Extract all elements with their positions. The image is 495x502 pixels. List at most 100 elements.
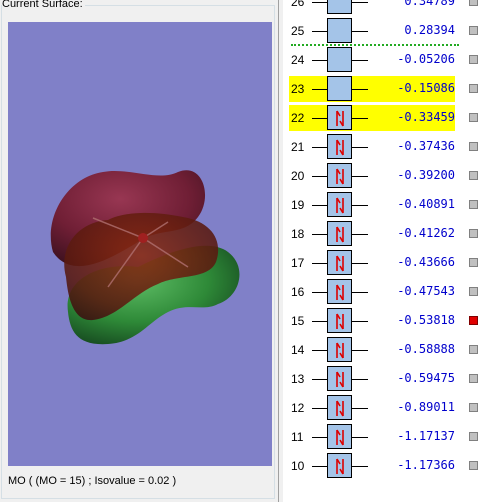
mo-energy-value: 0.34789: [404, 0, 455, 8]
mo-surface-marker[interactable]: [469, 461, 478, 470]
mo-row[interactable]: 21 -0.37436: [283, 132, 495, 162]
mo-energy-value: -0.15086: [397, 81, 455, 95]
mo-energy-diagram[interactable]: 26 0.34789 25 0.28394 24 -0.05206 23 -0.15086 22…: [283, 0, 495, 502]
mo-number: 12: [291, 401, 305, 415]
mo-surface-marker[interactable]: [469, 26, 478, 35]
electron-pair-icon: [336, 226, 344, 243]
current-surface-label: Current Surface:: [2, 0, 85, 11]
occupied-orbital-box[interactable]: [327, 163, 352, 188]
mo-energy-value: -1.17137: [397, 429, 455, 443]
mo-surface-marker[interactable]: [469, 0, 478, 6]
mo-surface-marker[interactable]: [469, 84, 478, 93]
electron-pair-icon: [336, 168, 344, 185]
electron-pair-icon: [336, 342, 344, 359]
mo-number: 22: [291, 111, 305, 125]
occupied-orbital-box[interactable]: [327, 308, 352, 333]
occupied-orbital-box[interactable]: [327, 192, 352, 217]
molecule-viewport[interactable]: [8, 22, 272, 466]
occupied-orbital-box[interactable]: [327, 366, 352, 391]
mo-row[interactable]: 26 0.34789: [283, 0, 495, 17]
mo-number: 13: [291, 372, 305, 386]
mo-surface-marker[interactable]: [469, 229, 478, 238]
electron-pair-icon: [336, 313, 344, 330]
electron-pair-icon: [336, 400, 344, 417]
mo-number: 10: [291, 459, 305, 473]
mo-energy-value: -1.17366: [397, 458, 455, 472]
occupied-orbital-box[interactable]: [327, 105, 352, 130]
mo-number: 20: [291, 169, 305, 183]
occupied-orbital-box[interactable]: [327, 250, 352, 275]
electron-pair-icon: [336, 197, 344, 214]
occupied-orbital-box[interactable]: [327, 134, 352, 159]
occupied-orbital-box[interactable]: [327, 221, 352, 246]
virtual-orbital-box[interactable]: [327, 0, 352, 14]
mo-number: 19: [291, 198, 305, 212]
surface-status-text: MO ( (MO = 15) ; Isovalue = 0.02 ): [8, 475, 177, 487]
orbital-surface-render: [50, 170, 240, 345]
mo-number: 11: [291, 430, 304, 444]
mo-row[interactable]: 19 -0.40891: [283, 190, 495, 220]
virtual-orbital-box[interactable]: [327, 47, 352, 72]
mo-energy-value: -0.53818: [397, 313, 455, 327]
mo-surface-marker[interactable]: [469, 200, 478, 209]
mo-surface-marker[interactable]: [469, 403, 478, 412]
mo-row[interactable]: 17 -0.43666: [283, 248, 495, 278]
mo-energy-value: 0.28394: [404, 23, 455, 37]
mo-surface-marker[interactable]: [469, 432, 478, 441]
mo-surface-marker[interactable]: [469, 171, 478, 180]
mo-row[interactable]: 22 -0.33459: [283, 103, 495, 133]
mo-surface-marker[interactable]: [469, 287, 478, 296]
mo-row[interactable]: 18 -0.41262: [283, 219, 495, 249]
mo-energy-value: -0.05206: [397, 52, 455, 66]
mo-row[interactable]: 13 -0.59475: [283, 364, 495, 394]
mo-energy-value: -0.58888: [397, 342, 455, 356]
mo-row[interactable]: 16 -0.47543: [283, 277, 495, 307]
mo-energy-value: -0.59475: [397, 371, 455, 385]
occupied-orbital-box[interactable]: [327, 453, 352, 478]
mo-surface-marker[interactable]: [469, 55, 478, 64]
mo-number: 17: [291, 256, 305, 270]
electron-pair-icon: [336, 110, 344, 127]
electron-pair-icon: [336, 284, 344, 301]
mo-number: 14: [291, 343, 305, 357]
mo-energy-value: -0.39200: [397, 168, 455, 182]
electron-pair-icon: [336, 458, 344, 475]
mo-number: 26: [291, 0, 305, 9]
mo-number: 24: [291, 53, 305, 67]
virtual-orbital-box[interactable]: [327, 76, 352, 101]
occupied-orbital-box[interactable]: [327, 395, 352, 420]
mo-surface-marker[interactable]: [469, 345, 478, 354]
mo-energy-value: -0.41262: [397, 226, 455, 240]
occupied-orbital-box[interactable]: [327, 337, 352, 362]
mo-energy-value: -0.40891: [397, 197, 455, 211]
electron-pair-icon: [336, 429, 344, 446]
mo-surface-marker[interactable]: [469, 258, 478, 267]
mo-number: 23: [291, 82, 305, 96]
mo-row[interactable]: 12 -0.89011: [283, 393, 495, 423]
mo-surface-selected-marker[interactable]: [469, 316, 478, 325]
mo-row[interactable]: 15 -0.53818: [283, 306, 495, 336]
mo-surface-marker[interactable]: [469, 374, 478, 383]
mo-number: 15: [291, 314, 305, 328]
mo-number: 18: [291, 227, 305, 241]
central-atom: [138, 233, 148, 243]
occupied-orbital-box[interactable]: [327, 424, 352, 449]
virtual-orbital-box[interactable]: [327, 18, 352, 43]
mo-row[interactable]: 14 -0.58888: [283, 335, 495, 365]
mo-number: 25: [291, 24, 305, 38]
mo-row[interactable]: 25 0.28394: [283, 16, 495, 46]
electron-pair-icon: [336, 255, 344, 272]
mo-row[interactable]: 11 -1.17137: [283, 422, 495, 452]
mo-surface-marker[interactable]: [469, 142, 478, 151]
mo-row[interactable]: 23 -0.15086: [283, 74, 495, 104]
mo-number: 21: [291, 140, 305, 154]
mo-row[interactable]: 24 -0.05206: [283, 45, 495, 75]
mo-energy-value: -0.89011: [397, 400, 455, 414]
mo-surface-marker[interactable]: [469, 113, 478, 122]
mo-row[interactable]: 10 -1.17366: [283, 451, 495, 481]
mo-row[interactable]: 20 -0.39200: [283, 161, 495, 191]
occupied-orbital-box[interactable]: [327, 279, 352, 304]
mo-energy-value: -0.33459: [397, 110, 455, 124]
surface-panel: Current Surface: MO ((MO = 15) ; Isoval…: [0, 0, 278, 502]
mo-energy-value: -0.37436: [397, 139, 455, 153]
